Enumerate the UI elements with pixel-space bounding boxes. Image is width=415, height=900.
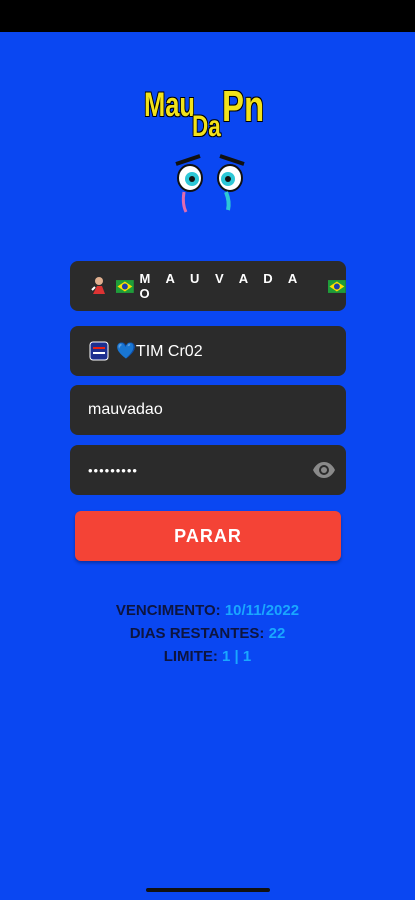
eye-icon[interactable] xyxy=(312,458,336,482)
days-remaining-line: DIAS RESTANTES: 22 xyxy=(0,625,415,642)
brazil-flag-icon xyxy=(328,279,346,293)
user-name-label: M A U V A D A O xyxy=(139,271,303,301)
password-value: ••••••••• xyxy=(88,462,138,478)
expiry-line: VENCIMENTO: 10/11/2022 xyxy=(0,602,415,619)
logo-text-pn: Pn xyxy=(222,82,265,131)
password-input[interactable]: ••••••••• xyxy=(70,445,346,495)
user-display-field: M A U V A D A O xyxy=(70,261,346,311)
server-name: 💙TIM Cr02 xyxy=(116,343,203,360)
status-bar xyxy=(0,0,415,32)
tim-server-icon xyxy=(88,340,110,362)
person-icon xyxy=(88,275,110,297)
username-value: mauvadao xyxy=(88,401,163,418)
logo-text-mau: Mau xyxy=(144,86,195,124)
days-remaining-value: 22 xyxy=(268,625,286,642)
logo-text-da: Da xyxy=(192,110,221,143)
logo-eyes-icon xyxy=(175,154,245,213)
expiry-value: 10/11/2022 xyxy=(224,602,300,619)
server-select[interactable]: 💙TIM Cr02 xyxy=(70,326,346,376)
brazil-flag-icon xyxy=(115,279,134,293)
limit-label: LIMITE: xyxy=(163,648,218,665)
limit-value: 1 | 1 xyxy=(222,648,252,665)
home-indicator[interactable] xyxy=(146,888,270,892)
days-remaining-label: DIAS RESTANTES: xyxy=(129,625,265,642)
expiry-label: VENCIMENTO: xyxy=(115,602,221,619)
app-logo: Mau Da Pn xyxy=(140,82,280,222)
stop-button[interactable]: PARAR xyxy=(75,511,341,561)
username-input[interactable]: mauvadao xyxy=(70,385,346,435)
limit-line: LIMITE: 1 | 1 xyxy=(0,648,415,665)
